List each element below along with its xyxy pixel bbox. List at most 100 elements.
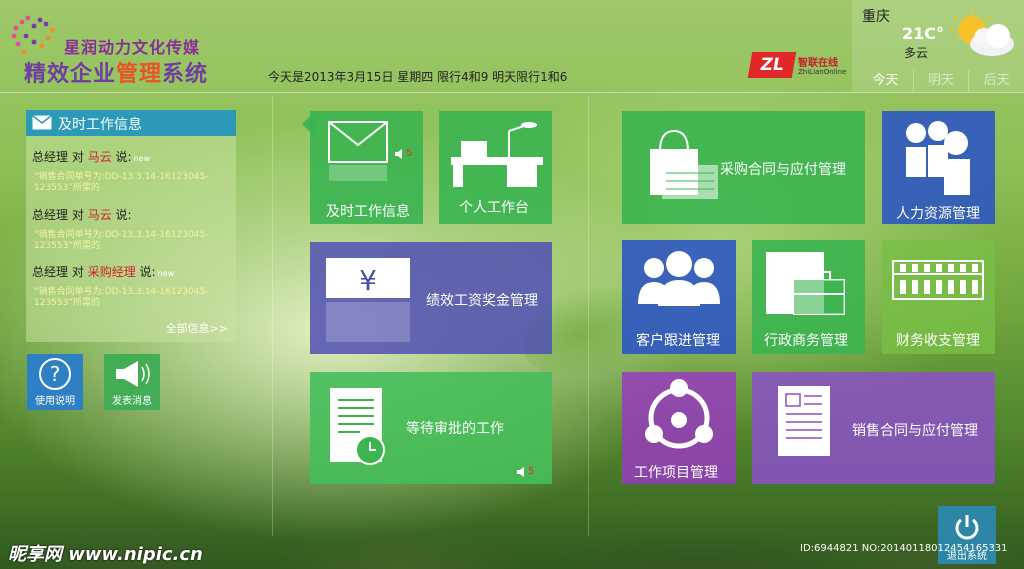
header-divider <box>0 92 1024 93</box>
tab-tomorrow[interactable]: 明天 <box>912 70 969 92</box>
message-to-word: 对 <box>71 208 84 222</box>
message-sender: 总经理 <box>32 265 69 279</box>
project-cycle-icon <box>645 379 713 449</box>
date-info: 今天是2013年3月15日 星期四 限行4和9 明天限行1和6 <box>268 70 568 84</box>
tile-timely-work-info-label: 及时工作信息 <box>326 204 410 220</box>
sun-cloud-icon <box>950 10 1014 56</box>
speaker-icon <box>395 149 402 159</box>
tile-finance-label: 财务收支管理 <box>896 333 980 349</box>
tab-today[interactable]: 今天 <box>858 70 913 92</box>
message-body: “销售合同单号为:DD-13.3.14-16123045-123553”所需的 <box>34 172 209 193</box>
tile-salary-bonus[interactable]: ¥ 绩效工资奖金管理 <box>310 242 552 354</box>
message-body: “销售合同单号为:DD-13.3.14-16123045-123553”所需的 <box>34 287 209 308</box>
tile-sales-contract-label: 销售合同与应付管理 <box>852 423 978 439</box>
column-divider <box>272 96 273 536</box>
contract-document-icon <box>778 386 830 456</box>
abacus-icon <box>892 260 984 300</box>
speaker-icon <box>517 467 524 477</box>
envelope-icon <box>328 121 388 181</box>
tile-human-resources-label: 人力资源管理 <box>896 206 980 222</box>
desk-icon <box>451 122 543 187</box>
customers-icon <box>638 251 720 306</box>
tile-purchase-contract-label: 采购合同与应付管理 <box>720 162 846 178</box>
message-panel-title: 及时工作信息 <box>58 117 142 133</box>
tile-personal-workbench-label: 个人工作台 <box>459 200 529 216</box>
tile-pending-approval[interactable]: 等待审批的工作 5 <box>310 372 552 484</box>
publish-message-label: 发表消息 <box>112 396 152 407</box>
tile-customer-follow-up-label: 客户跟进管理 <box>636 333 720 349</box>
image-id-text: ID:6944821 NO:20140118012454165331 <box>800 543 1008 554</box>
document-clock-icon <box>330 388 385 465</box>
help-button-label: 使用说明 <box>35 396 75 407</box>
message-panel-header: 及时工作信息 <box>26 110 236 136</box>
message-header: 总经理 对 马云 说: <box>32 206 232 223</box>
svg-text:?: ? <box>50 362 61 386</box>
brand-logo-icon <box>11 15 55 55</box>
tile-admin-business-label: 行政商务管理 <box>764 333 848 349</box>
app-title: 精效企业管理系统 <box>24 56 208 88</box>
svg-text:¥: ¥ <box>359 264 377 297</box>
all-messages-link[interactable]: 全部信息>> <box>166 320 228 336</box>
tab-day-after[interactable]: 后天 <box>968 70 1024 92</box>
new-badge: new <box>133 154 151 163</box>
help-button[interactable]: ? 使用说明 <box>27 354 83 410</box>
logout-button[interactable]: 退出系统 <box>938 506 996 564</box>
message-body: “销售合同单号为:DD-13.3.14-16123045-123553”所需的 <box>34 230 209 251</box>
message-recipient: 马云 <box>87 208 112 222</box>
partner-logo-badge: ZL <box>747 52 797 78</box>
tile-work-projects[interactable]: 工作项目管理 <box>622 372 736 484</box>
tile-finance[interactable]: 财务收支管理 <box>882 240 995 354</box>
power-icon <box>955 515 979 540</box>
briefcase-icon <box>766 252 845 315</box>
partner-logo[interactable]: ZL 智联在线 ZhiLianOnline <box>747 52 850 82</box>
message-panel: 及时工作信息 总经理 对 马云 说: new “销售合同单号为:DD-13.3.1… <box>26 110 236 342</box>
message-header: 总经理 对 采购经理 说: new <box>32 263 232 280</box>
message-item[interactable]: 总经理 对 马云 说: new “销售合同单号为:DD-13.3.14-16123… <box>32 148 232 194</box>
people-icon <box>906 121 970 195</box>
message-sender: 总经理 <box>32 208 69 222</box>
tile-timely-work-info[interactable]: 5 及时工作信息 <box>310 111 423 224</box>
message-header: 总经理 对 马云 说: new <box>32 148 232 165</box>
partner-name: 智联在线 <box>798 58 838 69</box>
watermark: 昵享网 www.nipic.cn <box>8 544 203 565</box>
tile-customer-follow-up[interactable]: 客户跟进管理 <box>622 240 736 354</box>
tile-salary-bonus-label: 绩效工资奖金管理 <box>426 293 538 309</box>
app-title-part2: 管理 <box>116 62 163 87</box>
message-recipient: 马云 <box>87 150 112 164</box>
app-title-part1: 精效企业 <box>24 62 117 87</box>
tile-human-resources[interactable]: 人力资源管理 <box>882 111 995 224</box>
message-says: 说: <box>139 265 156 279</box>
unread-count-badge: 5 <box>406 148 413 159</box>
shopping-bag-icon <box>650 129 718 199</box>
partner-subtitle: ZhiLianOnline <box>798 68 847 76</box>
message-item[interactable]: 总经理 对 马云 说: “销售合同单号为:DD-13.3.14-16123045… <box>32 206 232 252</box>
megaphone-icon <box>116 361 150 387</box>
message-says: 说: <box>115 208 132 222</box>
mail-icon <box>32 115 52 130</box>
weather-condition: 多云 <box>904 46 929 60</box>
tile-purchase-contract[interactable]: 采购合同与应付管理 <box>622 111 865 224</box>
weather-temperature: 21C° <box>902 24 945 43</box>
column-divider <box>588 96 589 536</box>
new-badge: new <box>157 269 175 278</box>
message-says: 说: <box>115 150 132 164</box>
message-item[interactable]: 总经理 对 采购经理 说: new “销售合同单号为:DD-13.3.14-161… <box>32 263 232 309</box>
message-to-word: 对 <box>71 265 84 279</box>
message-to-word: 对 <box>71 150 84 164</box>
pending-count-badge: 5 <box>528 466 535 477</box>
yen-document-icon: ¥ <box>326 258 410 342</box>
brand-company-name: 星润动力文化传媒 <box>64 38 201 57</box>
weather-widget: 重庆 21C° 多云 今天 明天 后天 <box>852 0 1024 92</box>
tile-sales-contract[interactable]: 销售合同与应付管理 <box>752 372 995 484</box>
tile-pending-approval-label: 等待审批的工作 <box>406 421 504 437</box>
publish-message-button[interactable]: 发表消息 <box>104 354 160 410</box>
tile-admin-business[interactable]: 行政商务管理 <box>752 240 865 354</box>
tile-personal-workbench[interactable]: 个人工作台 <box>439 111 552 224</box>
weather-city: 重庆 <box>862 9 890 25</box>
weather-day-tabs: 今天 明天 后天 <box>858 70 1024 92</box>
message-sender: 总经理 <box>32 150 69 164</box>
app-title-part3: 系统 <box>162 62 209 87</box>
question-icon: ? <box>39 358 71 390</box>
message-recipient: 采购经理 <box>87 265 136 279</box>
tile-work-projects-label: 工作项目管理 <box>634 465 718 481</box>
